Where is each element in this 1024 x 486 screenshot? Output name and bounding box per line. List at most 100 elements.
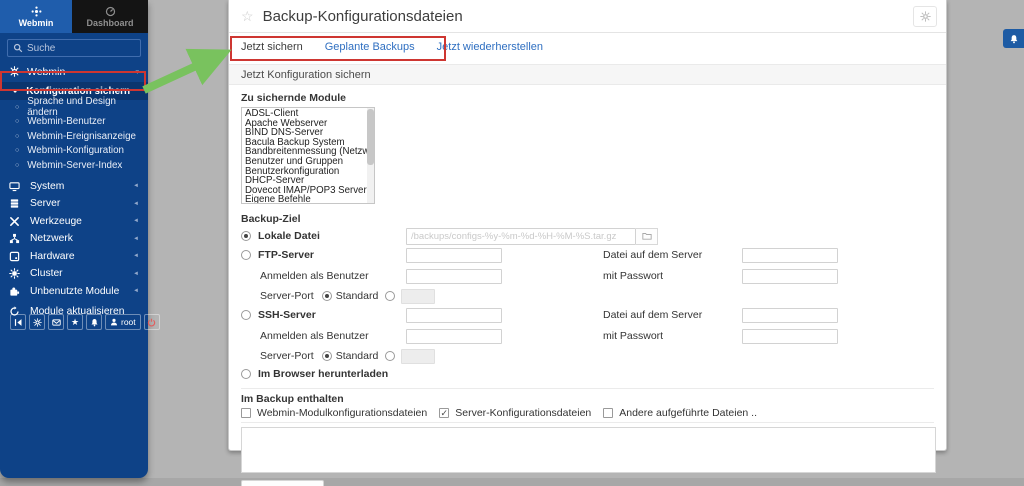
bullet-icon: ○: [15, 162, 19, 169]
ftp-port-label: Server-Port: [260, 290, 314, 302]
scrollbar-thumb[interactable]: [367, 109, 374, 165]
download-radio[interactable]: [241, 369, 251, 379]
webmin-screen: Webmin Dashboard Webmin ▾ ● Konf: [0, 0, 1024, 486]
chevron-left-icon: ◄: [133, 236, 139, 242]
star-outline-icon[interactable]: ☆: [241, 8, 254, 25]
ssh-server-row: SSH-Server Datei auf dem Server: [241, 307, 934, 323]
sidebar-category-label: System: [30, 181, 64, 192]
search-input[interactable]: [27, 43, 127, 54]
sidebar-group-webmin-label: Webmin: [27, 66, 65, 78]
tools-icon: [9, 216, 23, 227]
include-label: Im Backup enthalten: [241, 393, 934, 405]
notification-edge-button[interactable]: [1003, 29, 1024, 48]
hardware-icon: [9, 251, 23, 262]
bullet-icon: ○: [15, 104, 19, 111]
tab-geplante-backups[interactable]: Geplante Backups: [325, 41, 415, 53]
ssh-host-input[interactable]: [406, 308, 502, 323]
ftp-port-input[interactable]: [401, 289, 435, 304]
sidebar-category-system[interactable]: System ◄: [0, 178, 148, 196]
ftp-login-row: Anmelden als Benutzer mit Passwort: [241, 268, 934, 284]
user-button[interactable]: root: [105, 314, 141, 330]
include-other-checkbox[interactable]: [603, 408, 613, 418]
sidebar-category-hardware[interactable]: Hardware ◄: [0, 248, 148, 266]
ssh-port-default-radio[interactable]: [322, 351, 332, 361]
favorites-button[interactable]: ★: [67, 314, 83, 330]
check-icon: ✓: [440, 408, 448, 419]
local-file-input[interactable]: [406, 228, 636, 245]
sidebar-category-label: Netzwerk: [30, 233, 73, 244]
search-icon: [13, 43, 23, 53]
ftp-file-input[interactable]: [742, 248, 838, 263]
ssh-server-radio[interactable]: [241, 310, 251, 320]
main-card: ☆ Backup-Konfigurationsdateien Jetzt sic…: [228, 0, 947, 451]
cluster-icon: [9, 268, 23, 279]
sidebar-category-server[interactable]: Server ◄: [0, 195, 148, 213]
notifications-button[interactable]: [86, 314, 102, 330]
ftp-port-custom-radio[interactable]: [385, 291, 395, 301]
ssh-user-input[interactable]: [406, 329, 502, 344]
bullet-icon: ○: [15, 118, 19, 125]
include-server-checkbox[interactable]: ✓: [439, 408, 449, 418]
tab-jetzt-wiederherstellen[interactable]: Jetzt wiederherstellen: [437, 41, 543, 53]
listbox-scrollbar[interactable]: [367, 108, 374, 203]
sidebar-item-server-index[interactable]: ○Webmin-Server-Index: [0, 158, 148, 173]
ssh-port-input[interactable]: [401, 349, 435, 364]
sidebar-category-label: Hardware: [30, 251, 75, 262]
ssh-port-custom-radio[interactable]: [385, 351, 395, 361]
mail-button[interactable]: [48, 314, 64, 330]
sidebar-group-webmin[interactable]: Webmin ▾: [0, 61, 148, 82]
ftp-host-input[interactable]: [406, 248, 502, 263]
chevron-left-icon: ◄: [133, 271, 139, 277]
bullet-icon: ○: [15, 133, 19, 140]
ftp-password-input[interactable]: [742, 269, 838, 284]
ftp-port-default-label: Standard: [336, 290, 379, 302]
modules-listbox[interactable]: ADSL-Client Apache Webserver BIND DNS-Se…: [241, 107, 375, 204]
folder-icon: [642, 231, 652, 241]
collapse-icon: [14, 318, 23, 327]
ftp-file-label: Datei auf dem Server: [603, 249, 742, 261]
bell-icon: [90, 318, 99, 327]
power-icon: [147, 318, 156, 327]
title-row: ☆ Backup-Konfigurationsdateien: [229, 0, 946, 33]
bullet-icon: ○: [15, 147, 19, 154]
sidebar-search[interactable]: [7, 39, 141, 57]
chevron-down-icon: ▾: [135, 68, 139, 76]
sidebar-header-tabs: Webmin Dashboard: [0, 0, 148, 33]
ssh-file-label: Datei auf dem Server: [603, 309, 742, 321]
tab-webmin[interactable]: Webmin: [0, 0, 72, 33]
sidebar-category-unbenutzte-module[interactable]: Unbenutzte Module ◄: [0, 283, 148, 301]
collapse-sidebar-button[interactable]: [10, 314, 26, 330]
logout-button[interactable]: [144, 314, 160, 330]
ssh-file-input[interactable]: [742, 308, 838, 323]
sidebar-category-cluster[interactable]: Cluster ◄: [0, 265, 148, 283]
include-options-row: Webmin-Modulkonfigurationsdateien ✓ Serv…: [241, 407, 934, 423]
ssh-password-input[interactable]: [742, 329, 838, 344]
sidebar-item-ereignisanzeige[interactable]: ○Webmin-Ereignisanzeige: [0, 129, 148, 144]
module-config-button[interactable]: [913, 6, 937, 27]
webmin-logo-icon: [31, 6, 42, 17]
sidebar-item-sprache-design[interactable]: ○Sprache und Design ändern: [0, 100, 148, 115]
theme-settings-button[interactable]: [29, 314, 45, 330]
ssh-password-label: mit Passwort: [603, 330, 742, 342]
backup-now-button[interactable]: Jetzt sichern: [241, 480, 324, 486]
ssh-port-default-label: Standard: [336, 350, 379, 362]
download-row: Im Browser herunterladen: [241, 367, 934, 381]
sidebar-category-werkzeuge[interactable]: Werkzeuge ◄: [0, 213, 148, 231]
sidebar-category-netzwerk[interactable]: Netzwerk ◄: [0, 230, 148, 248]
ssh-user-label: Anmelden als Benutzer: [241, 330, 406, 342]
other-files-textarea[interactable]: [241, 427, 936, 473]
ftp-server-radio[interactable]: [241, 250, 251, 260]
ftp-user-input[interactable]: [406, 269, 502, 284]
sidebar-category-label: Cluster: [30, 268, 63, 279]
ftp-port-default-radio[interactable]: [322, 291, 332, 301]
tab-dashboard[interactable]: Dashboard: [72, 0, 148, 33]
mail-icon: [52, 318, 61, 327]
file-chooser-button[interactable]: [636, 228, 658, 245]
include-webmin-checkbox[interactable]: [241, 408, 251, 418]
ftp-server-row: FTP-Server Datei auf dem Server: [241, 247, 934, 263]
local-file-radio[interactable]: [241, 231, 251, 241]
list-item[interactable]: Eigene Befehle: [245, 195, 374, 204]
sidebar-item-webmin-konfiguration[interactable]: ○Webmin-Konfiguration: [0, 144, 148, 159]
tab-jetzt-sichern[interactable]: Jetzt sichern: [241, 41, 303, 53]
network-icon: [9, 233, 23, 244]
